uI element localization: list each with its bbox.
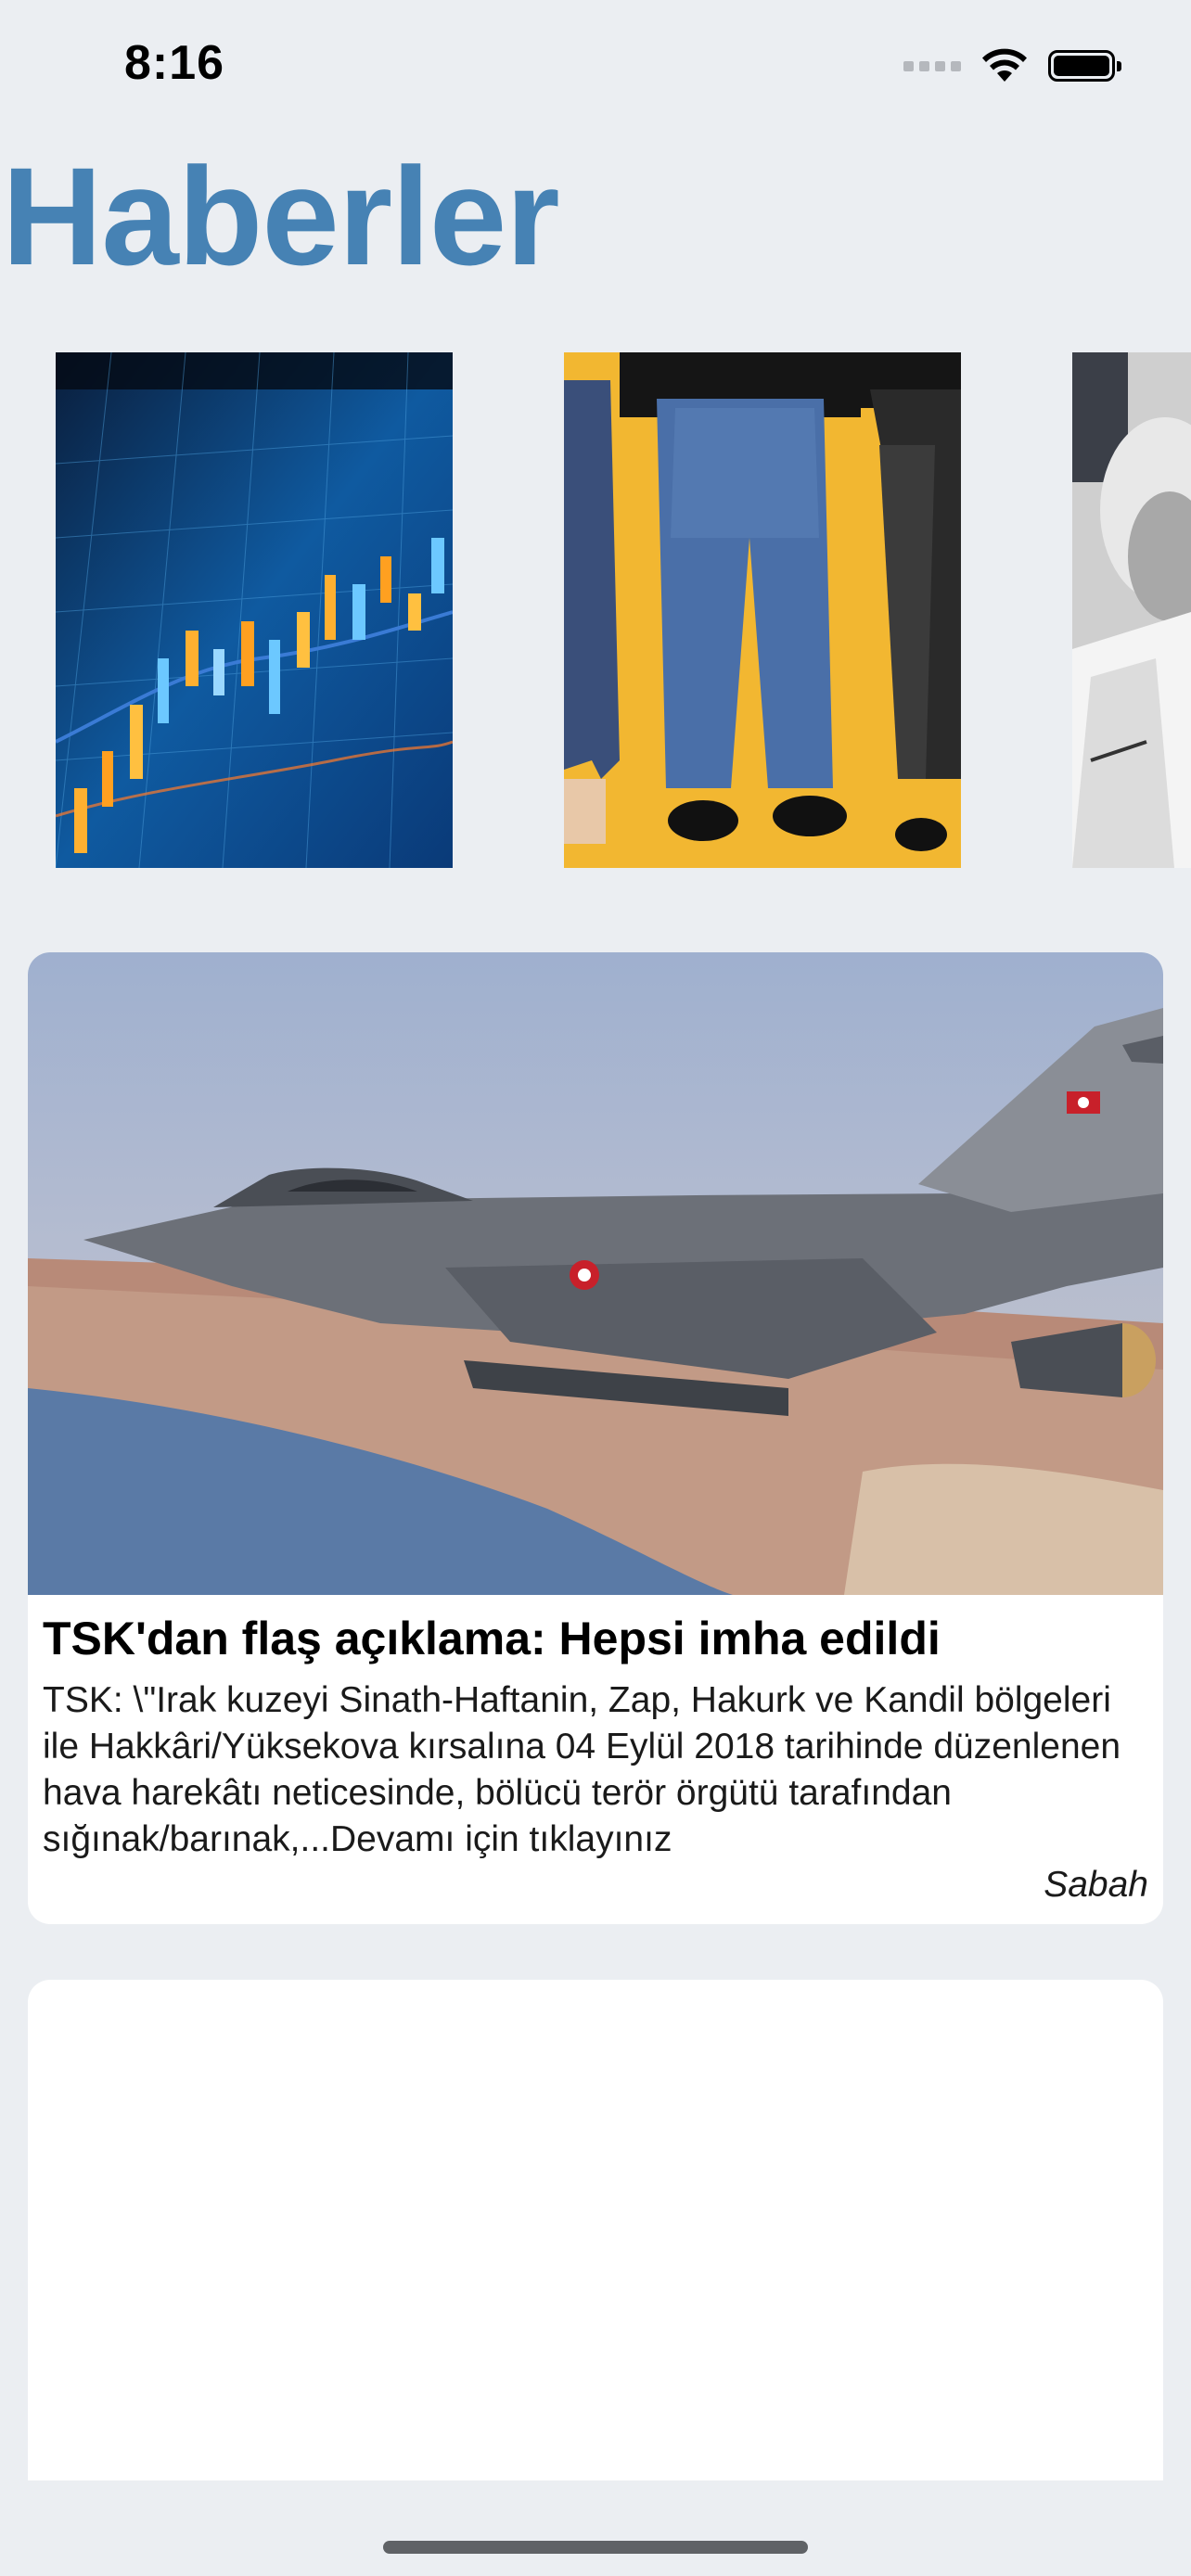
news-card-title: TSK'dan flaş açıklama: Hepsi imha edildi — [43, 1613, 941, 1664]
carousel-item-portrait[interactable] — [1072, 352, 1191, 868]
news-card-image — [28, 952, 1163, 1595]
wifi-icon — [982, 48, 1027, 82]
fighter-jet-image — [28, 952, 1163, 1595]
battery-icon — [1048, 50, 1121, 82]
status-time: 8:16 — [124, 36, 225, 90]
status-bar: 8:16 — [0, 0, 1191, 130]
carousel-item-jeans[interactable] — [564, 352, 961, 868]
news-screen: 8:16 Haberler TSK'dan flaş açıklama: Hep… — [0, 0, 1191, 2576]
status-icons — [903, 48, 1121, 83]
jeans-fashion-image — [564, 352, 961, 868]
news-card[interactable]: TSK'dan flaş açıklama: Hepsi imha edildi… — [28, 952, 1163, 1924]
image-carousel[interactable] — [0, 352, 1191, 868]
portrait-photo-image — [1072, 352, 1191, 868]
news-card-placeholder[interactable] — [28, 1980, 1163, 2480]
cellular-signal-icon — [903, 60, 961, 71]
stock-chart-image — [56, 352, 453, 868]
carousel-item-stock-chart[interactable] — [56, 352, 453, 868]
page-title: Haberler — [2, 138, 560, 294]
home-indicator[interactable] — [383, 2541, 808, 2554]
news-card-summary: TSK: \"Irak kuzeyi Sinath-Haftanin, Zap,… — [43, 1680, 1121, 1859]
news-card-source: Sabah — [1044, 1865, 1148, 1905]
